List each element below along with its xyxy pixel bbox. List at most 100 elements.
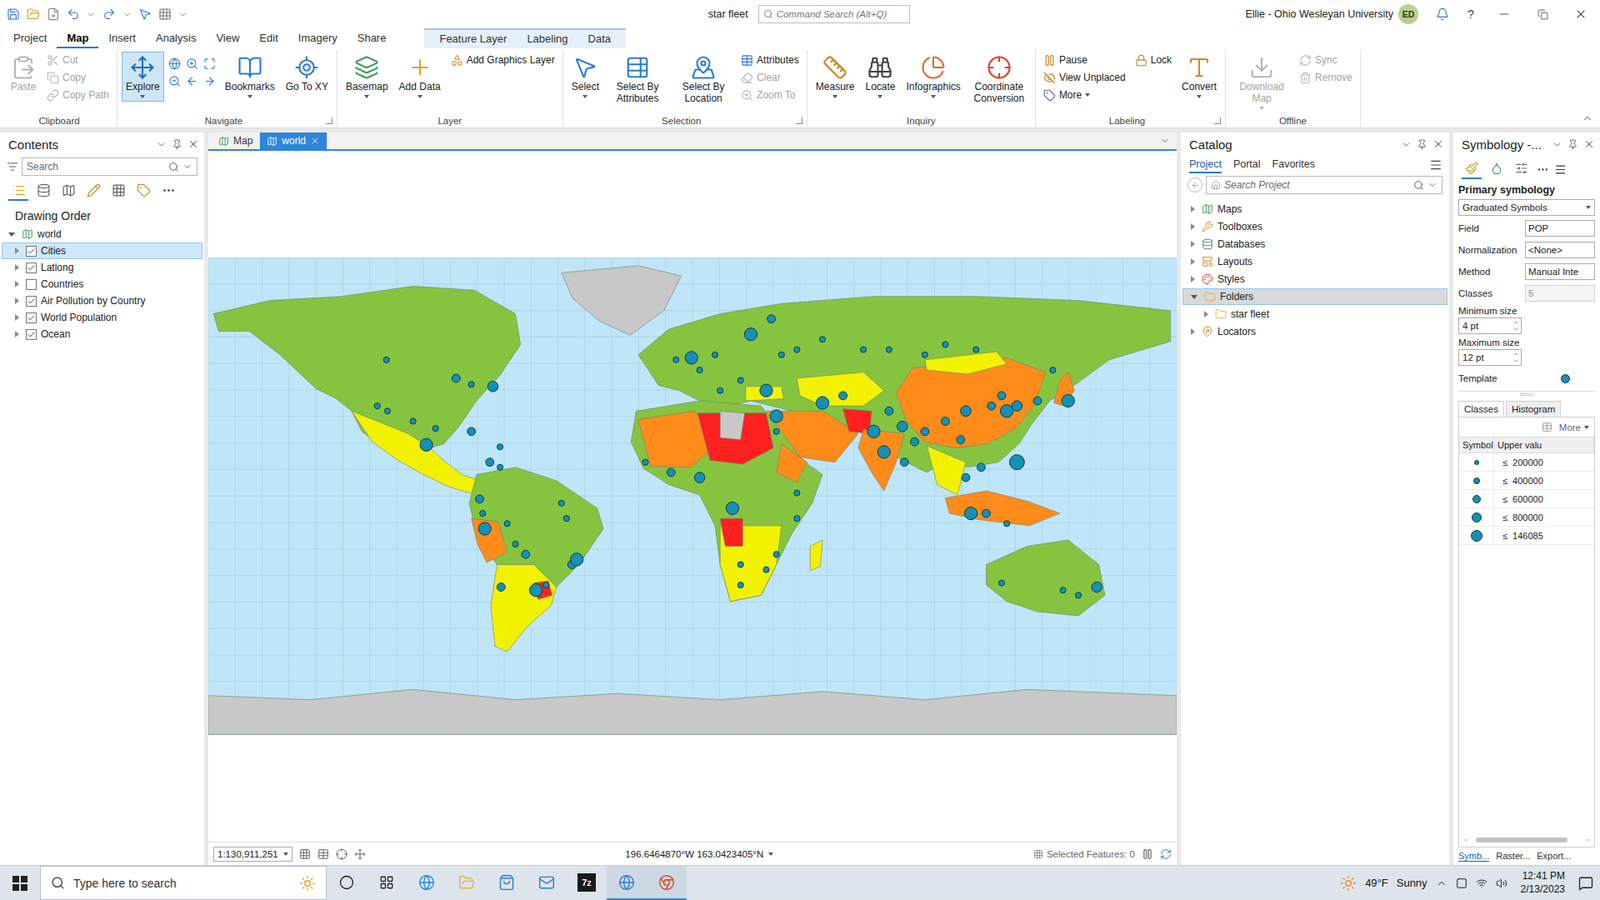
restore-button[interactable] [1523, 0, 1562, 29]
store-app[interactable] [486, 865, 527, 900]
group-launcher-icon[interactable] [1214, 117, 1221, 125]
increase-icon[interactable] [1512, 350, 1520, 358]
battery-icon[interactable] [1455, 877, 1468, 890]
city-point[interactable] [1033, 396, 1042, 405]
catalog-item[interactable]: Maps [1182, 200, 1448, 218]
panel-options-icon[interactable] [155, 139, 167, 150]
catalog-tab[interactable]: Project [1189, 156, 1222, 174]
close-panel-icon[interactable] [1583, 138, 1595, 150]
city-point[interactable] [997, 391, 1006, 400]
country-shape[interactable] [926, 445, 966, 495]
more-views-button[interactable] [158, 180, 179, 201]
country-shape[interactable] [720, 411, 745, 440]
expand-icon[interactable] [1190, 328, 1195, 335]
city-point[interactable] [410, 418, 416, 425]
user-name[interactable]: Ellie - Ohio Wesleyan University [1245, 8, 1399, 20]
city-point[interactable] [998, 580, 1005, 586]
close-panel-icon[interactable] [187, 138, 200, 150]
group-launcher-icon[interactable] [795, 117, 803, 125]
layer-visibility-checkbox[interactable] [25, 262, 37, 274]
ribbon-small-button[interactable]: Attributes [737, 51, 803, 69]
ribbon-button[interactable]: Bookmarks [220, 51, 280, 102]
filter-icon[interactable] [6, 160, 19, 173]
undo-menu-icon[interactable] [86, 10, 96, 20]
country-shape[interactable] [471, 519, 508, 564]
expand-icon[interactable] [15, 247, 20, 255]
country-shape[interactable] [208, 690, 1177, 735]
ribbon-button[interactable]: Paste [5, 51, 41, 97]
city-point[interactable] [694, 472, 705, 484]
ribbon-button[interactable]: Measure [811, 51, 860, 102]
navigate-tool-button[interactable] [184, 55, 201, 72]
ribbon-small-button[interactable]: Clear [737, 69, 803, 86]
ribbon-button[interactable]: Select By Attributes [605, 51, 670, 109]
task-view-button[interactable] [366, 865, 407, 900]
catalog-item[interactable]: Toolboxes [1182, 218, 1448, 235]
city-point[interactable] [960, 405, 972, 417]
more-menu[interactable]: More [1559, 422, 1590, 433]
city-point[interactable] [504, 520, 510, 527]
redo-menu-icon[interactable] [122, 10, 132, 20]
catalog-tab[interactable]: Favorites [1272, 156, 1315, 174]
city-point[interactable] [475, 495, 485, 504]
explorer-app[interactable] [446, 865, 487, 900]
city-point[interactable] [685, 351, 698, 365]
city-point[interactable] [666, 468, 675, 477]
ribbon-tab[interactable]: Imagery [288, 28, 348, 49]
back-button[interactable] [1187, 177, 1203, 193]
ribbon-small-button[interactable]: View Unplaced [1040, 69, 1130, 86]
ribbon-small-button[interactable]: Sync [1295, 51, 1356, 69]
catalog-item[interactable]: Layouts [1182, 253, 1448, 270]
mail-app[interactable] [526, 865, 567, 900]
ribbon-button[interactable]: Basemap [341, 51, 393, 102]
city-point[interactable] [885, 346, 892, 353]
edge-app[interactable] [406, 865, 447, 900]
pause-drawing-icon[interactable] [1141, 848, 1154, 860]
city-point[interactable] [1060, 587, 1066, 594]
panel-options-icon[interactable] [1400, 139, 1412, 150]
contextual-tab[interactable]: Data [578, 30, 621, 49]
map-tree-item[interactable]: world [1, 225, 203, 243]
city-point[interactable] [1050, 367, 1056, 374]
ribbon-button[interactable]: Convert [1177, 51, 1221, 102]
menu-icon[interactable] [1429, 158, 1443, 172]
ribbon-button[interactable]: Download Map [1230, 51, 1294, 114]
pan-icon[interactable] [354, 848, 366, 860]
template-symbol[interactable] [1560, 374, 1570, 384]
size-spinner[interactable]: 12 pt [1458, 349, 1522, 366]
city-point[interactable] [973, 346, 980, 353]
expand-icon[interactable] [15, 280, 20, 288]
layer-tree-item[interactable]: World Population [1, 309, 203, 326]
layer-tree-item[interactable]: Ocean [1, 325, 203, 343]
symbology-view-tab[interactable] [1486, 159, 1507, 180]
city-point[interactable] [819, 336, 825, 343]
class-symbol[interactable] [1472, 495, 1481, 504]
arcgis-app[interactable] [606, 865, 647, 900]
country-shape[interactable] [796, 372, 884, 407]
expand-icon[interactable] [1190, 205, 1195, 213]
layer-visibility-checkbox[interactable] [25, 329, 37, 340]
notification-icon[interactable] [1578, 875, 1594, 891]
notifications-button[interactable] [1428, 0, 1457, 29]
pin-icon[interactable] [171, 139, 183, 150]
expand-icon[interactable] [1190, 275, 1195, 283]
splitter[interactable] [1458, 390, 1595, 398]
city-point[interactable] [374, 403, 380, 410]
horizontal-scrollbar[interactable] [1462, 835, 1591, 845]
class-row[interactable]: ≤146085 [1459, 526, 1595, 545]
expand-icon[interactable] [15, 264, 20, 271]
class-symbol[interactable] [1473, 477, 1480, 485]
country-shape[interactable] [630, 400, 823, 602]
city-point[interactable] [940, 417, 950, 426]
select-tool-icon[interactable] [138, 7, 152, 21]
ribbon-small-button[interactable]: Cut [43, 51, 113, 69]
class-row[interactable]: ≤200000 [1459, 453, 1595, 472]
table-view-icon[interactable] [1541, 421, 1553, 433]
map-tab[interactable]: world [260, 132, 328, 150]
layer-visibility-checkbox[interactable] [25, 312, 37, 324]
menu-icon[interactable] [1554, 163, 1567, 176]
user-avatar[interactable]: ED [1398, 4, 1419, 25]
expand-icon[interactable] [15, 314, 20, 321]
size-spinner[interactable]: 4 pt [1458, 317, 1522, 335]
world-map[interactable] [208, 257, 1177, 735]
